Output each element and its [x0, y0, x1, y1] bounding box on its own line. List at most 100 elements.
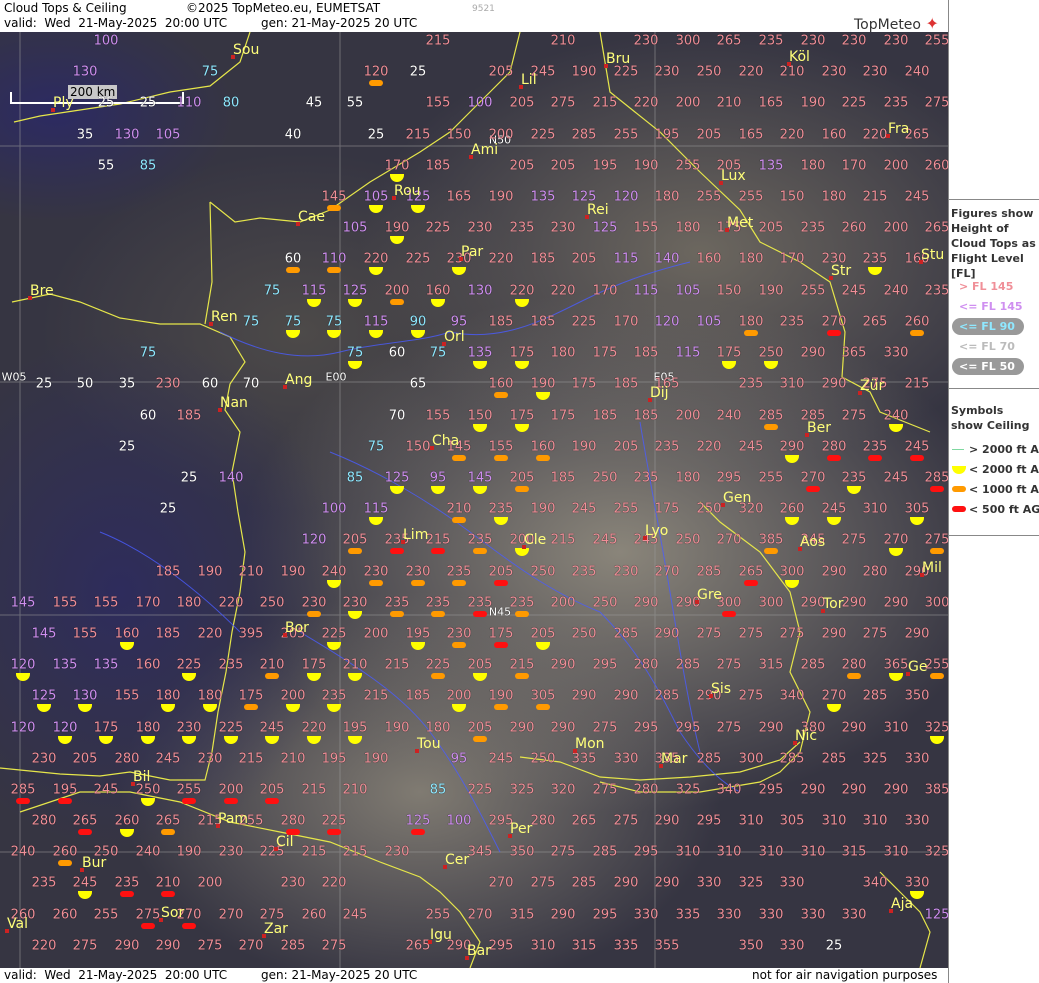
city-label[interactable]: Aos [800, 534, 825, 550]
city-label[interactable]: Igu [430, 927, 452, 943]
cloud-top-value: 225 [218, 720, 244, 736]
cloud-top-value: 385 [758, 532, 784, 548]
city-label[interactable]: Bar [467, 943, 491, 959]
city-label[interactable]: Str [831, 263, 851, 279]
cloud-top-value: 235 [31, 875, 57, 891]
cloud-top-value: 40 [284, 127, 302, 143]
city-label[interactable]: Gre [697, 587, 722, 603]
city-label[interactable]: Cae [298, 209, 325, 225]
city-label[interactable]: Tou [417, 736, 441, 752]
cloud-top-value: 190 [384, 720, 410, 736]
city-label[interactable]: Cha [432, 433, 459, 449]
cloud-top-value: 345 [467, 844, 493, 860]
city-label[interactable]: Cer [445, 852, 469, 868]
city-label[interactable]: Mon [575, 736, 605, 752]
city-label[interactable]: Köl [789, 49, 810, 65]
city-label[interactable]: Nic [795, 728, 817, 744]
cloud-top-value: 205 [613, 439, 639, 455]
city-label[interactable]: Lyo [645, 523, 668, 539]
fl-legend-item: <= FL 70 [959, 340, 1015, 353]
cloud-top-value: 185 [155, 626, 181, 642]
cloud-top-value: 240 [716, 408, 742, 424]
cloud-top-value: 200 [218, 782, 244, 798]
cloud-top-value: 235 [654, 439, 680, 455]
cloud-top-value: 180 [738, 314, 764, 330]
city-label[interactable]: Bre [30, 283, 54, 299]
cloud-top-value: 220 [197, 626, 223, 642]
city-label[interactable]: Ang [285, 372, 312, 388]
city-label[interactable]: Bor [285, 620, 309, 636]
cloud-top-value: 285 [696, 564, 722, 580]
cloud-top-value: 290 [841, 720, 867, 736]
cloud-top-value: 230 [821, 64, 847, 80]
city-label[interactable]: Lux [721, 168, 746, 184]
city-label[interactable]: Cil [276, 834, 294, 850]
map-area[interactable]: 200 km N50 E05 W05 E00 N45 100 215 210 230 300 265… [0, 32, 948, 968]
city-label[interactable]: Par [461, 244, 483, 260]
city-label[interactable]: Bur [82, 855, 106, 871]
cloud-top-value: 285 [675, 657, 701, 673]
city-label[interactable]: Bil [133, 769, 150, 785]
city-label[interactable]: Zar [264, 921, 288, 937]
ceiling-symbol [265, 673, 279, 679]
city-label[interactable]: Sis [711, 681, 731, 697]
cloud-top-value: 275 [592, 782, 618, 798]
ceiling-symbol [930, 673, 944, 679]
city-label[interactable]: Rou [394, 183, 421, 199]
cloud-top-value: 230 [342, 595, 368, 611]
city-label[interactable]: Fra [888, 121, 909, 137]
cloud-top-value: 205 [488, 64, 514, 80]
cloud-top-value: 135 [52, 657, 78, 673]
city-label[interactable]: Val [7, 916, 28, 932]
cloud-top-value: 230 [405, 564, 431, 580]
cloud-top-value: 215 [405, 127, 431, 143]
city-label[interactable]: Rei [587, 202, 609, 218]
city-label[interactable]: Met [727, 215, 753, 231]
cloud-top-value: 230 [841, 33, 867, 49]
city-label[interactable]: Lil [521, 72, 537, 88]
cloud-top-value: 290 [800, 345, 826, 361]
cloud-top-value: 155 [633, 220, 659, 236]
city-label[interactable]: Tor [823, 596, 844, 612]
cloud-top-value: 275 [696, 626, 722, 642]
cloud-top-value: 350 [738, 938, 764, 954]
cloud-top-value: 290 [633, 595, 659, 611]
city-label[interactable]: Mar [661, 751, 687, 767]
city-label[interactable]: Bru [606, 51, 630, 67]
cloud-top-value: 235 [924, 283, 948, 299]
cloud-top-value: 210 [280, 751, 306, 767]
city-label[interactable]: Ply [53, 95, 74, 111]
cloud-top-value: 175 [238, 688, 264, 704]
city-label[interactable]: Sou [233, 42, 259, 58]
cloud-top-value: 175 [716, 345, 742, 361]
city-label[interactable]: Dij [650, 385, 669, 401]
city-label[interactable]: Cle [524, 532, 546, 548]
city-label[interactable]: Lim [403, 527, 428, 543]
cloud-top-value: 295 [716, 470, 742, 486]
cloud-top-value: 180 [654, 189, 680, 205]
city-label[interactable]: Zür [860, 378, 884, 394]
city-label[interactable]: Orl [444, 329, 465, 345]
city-label[interactable]: Sor [161, 905, 184, 921]
cloud-top-value: 275 [592, 720, 618, 736]
cloud-top-value: 215 [363, 688, 389, 704]
cloud-top-value: 75 [325, 314, 343, 330]
city-label[interactable]: Pam [218, 811, 248, 827]
cloud-top-value: 75 [242, 314, 260, 330]
city-label[interactable]: Nan [220, 395, 248, 411]
city-label[interactable]: Ami [471, 142, 498, 158]
cloud-top-value: 170 [779, 251, 805, 267]
cloud-top-value: 95 [450, 314, 468, 330]
city-label[interactable]: Mil [922, 560, 942, 576]
city-label[interactable]: Ber [807, 420, 831, 436]
city-label[interactable]: Per [510, 821, 532, 837]
city-label[interactable]: Ge [908, 659, 927, 675]
city-label[interactable]: Ren [211, 309, 238, 325]
cloud-top-value: 205 [509, 158, 535, 174]
cloud-top-value: 140 [218, 470, 244, 486]
cloud-top-value: 290 [779, 439, 805, 455]
city-label[interactable]: Stu [921, 247, 944, 263]
city-label[interactable]: Aja [891, 896, 913, 912]
cloud-top-value: 260 [779, 501, 805, 517]
city-label[interactable]: Gen [723, 490, 751, 506]
